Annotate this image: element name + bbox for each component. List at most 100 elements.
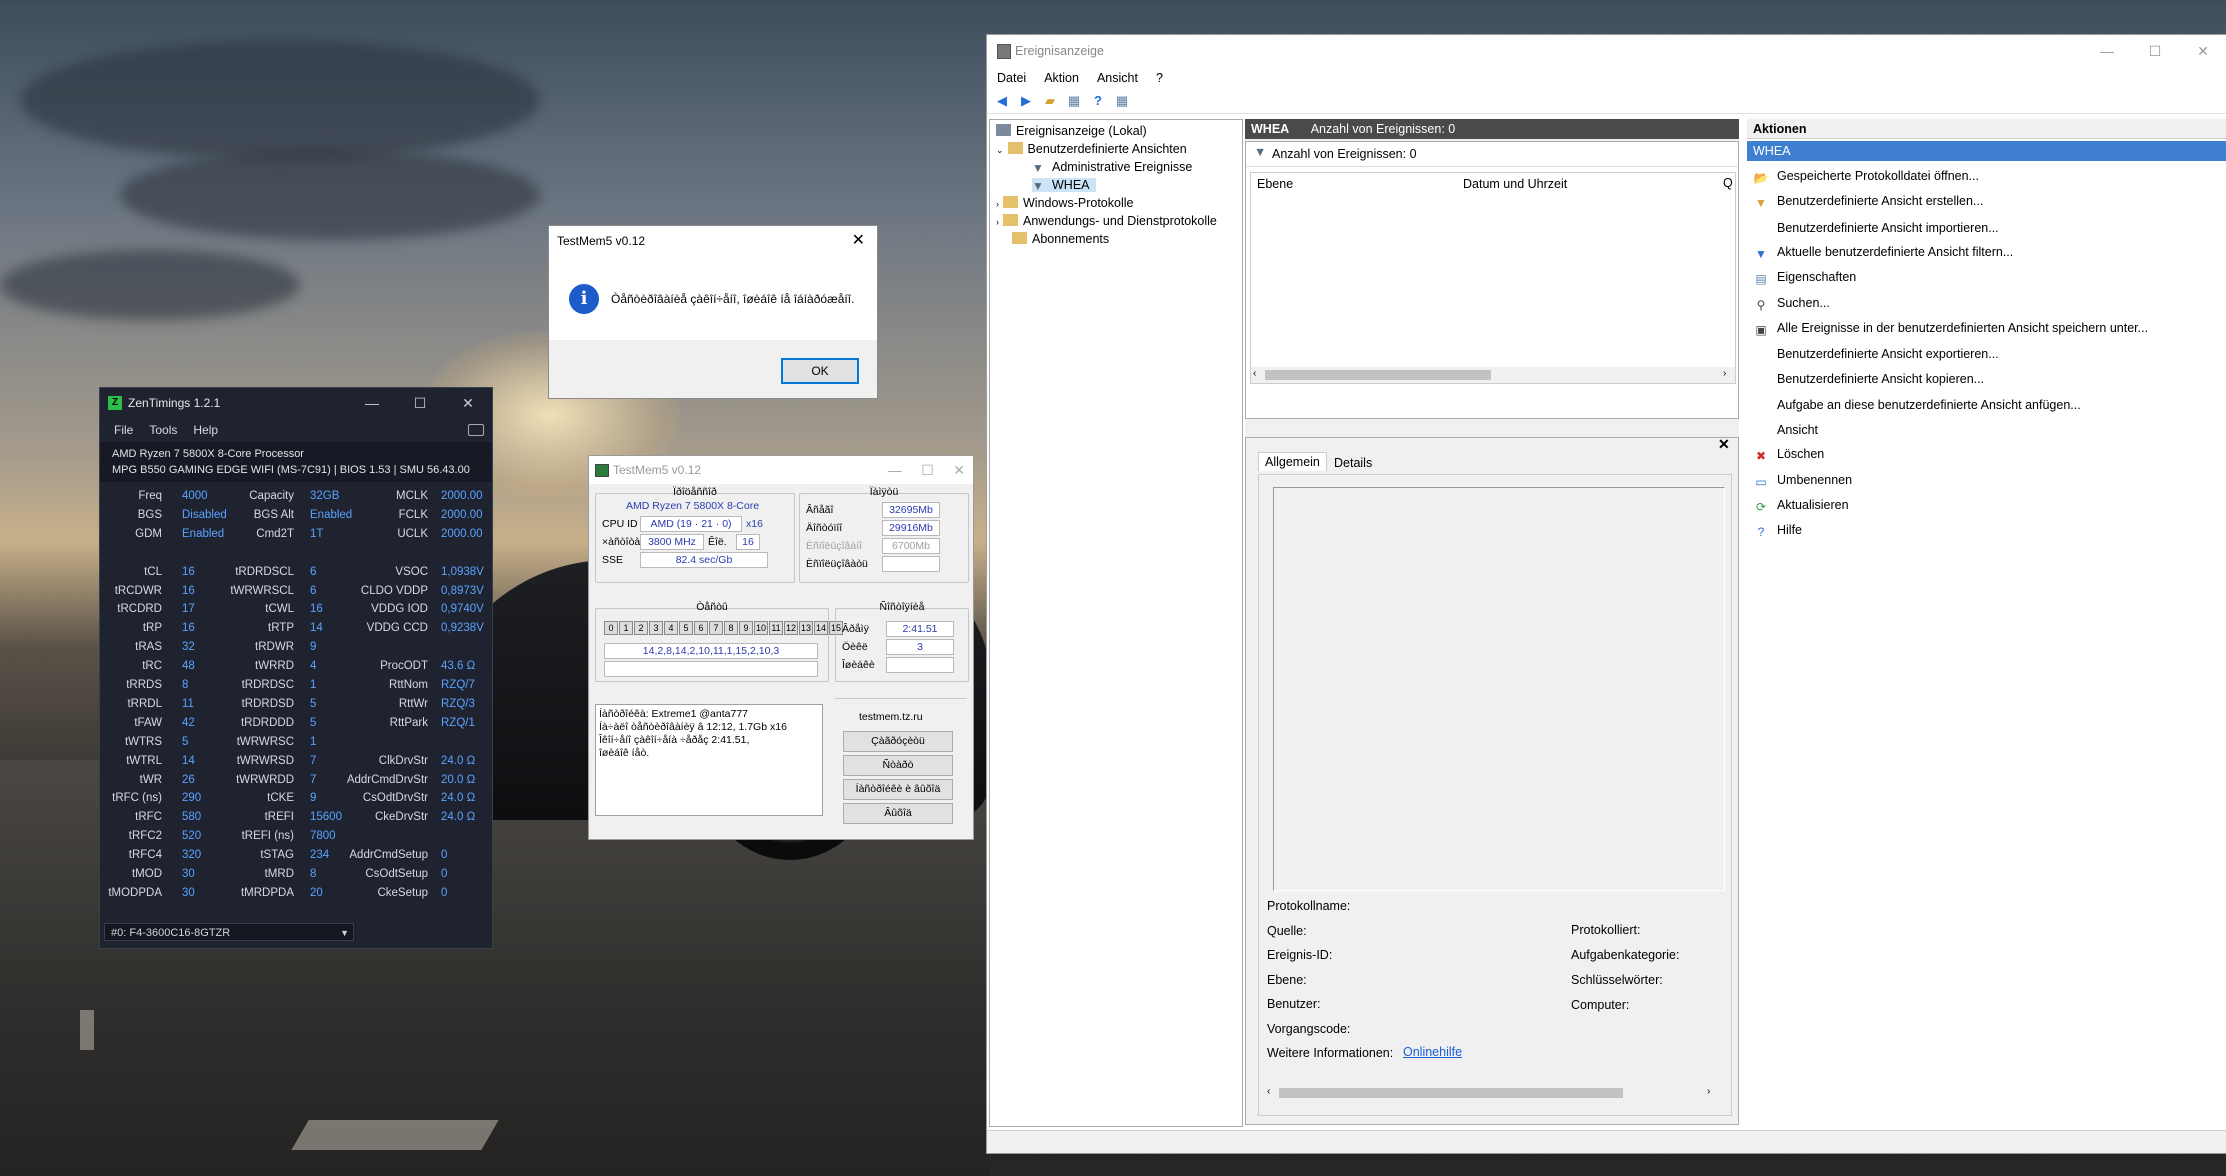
chevron-right-icon[interactable]: › — [996, 217, 999, 227]
chevron-down-icon[interactable]: ⌄ — [996, 145, 1004, 155]
board-info: MPG B550 GAMING EDGE WIFI (MS-7C91) | BI… — [112, 464, 470, 476]
tree-item-root[interactable]: Ereignisanzeige (Lokal) — [996, 124, 1147, 138]
timing-value: 20.0 Ω — [441, 773, 476, 786]
settings-exit-button[interactable]: Íàñòðîéêè è âûõîä — [843, 779, 953, 800]
timing-label: ClkDrvStr — [378, 754, 428, 767]
menu-help[interactable]: ? — [1156, 71, 1163, 85]
action-item[interactable]: 📂 Gespeicherte Protokolldatei öffnen... — [1753, 169, 1979, 185]
action-item[interactable]: ✖ Löschen — [1753, 447, 1824, 463]
column-header-level[interactable]: Ebene — [1257, 177, 1293, 191]
column-header-more[interactable]: Q — [1723, 176, 1733, 190]
event-description-box[interactable] — [1273, 487, 1725, 891]
timing-label: tRRDL — [127, 697, 162, 710]
action-item[interactable]: Benutzerdefinierte Ansicht importieren..… — [1753, 220, 1999, 235]
scroll-right-icon[interactable]: › — [1707, 1086, 1710, 1097]
tree-item-administrative-events[interactable]: ▼ Administrative Ereignisse — [1032, 160, 1192, 174]
status-group-title: Ñîñòîÿíèå — [879, 601, 925, 613]
scroll-right-icon[interactable]: › — [1723, 368, 1726, 379]
tree-item-label: WHEA — [1052, 178, 1090, 192]
testmem-titlebar[interactable]: TestMem5 v0.12 — ☐ ✕ — [589, 456, 973, 484]
scroll-left-icon[interactable]: ‹ — [1267, 1086, 1270, 1097]
column-header-date[interactable]: Datum und Uhrzeit — [1463, 177, 1567, 191]
tree-item-custom-views[interactable]: ⌄ Benutzerdefinierte Ansichten — [996, 142, 1187, 156]
load-button[interactable]: Çàãðóçèòü — [843, 731, 953, 752]
clock-label: ×àñòîòà — [602, 536, 641, 548]
tab-details[interactable]: Details — [1330, 454, 1376, 472]
action-label: Ansicht — [1777, 423, 1818, 437]
cycle-label: Öèêë — [842, 641, 868, 653]
action-item[interactable]: Ansicht — [1753, 422, 1818, 437]
detail-field-label: Weitere Informationen: — [1267, 1046, 1394, 1060]
tree-item-app-service-logs[interactable]: › Anwendungs- und Dienstprotokolle — [996, 214, 1217, 228]
tree-item-windows-logs[interactable]: › Windows-Protokolle — [996, 196, 1133, 210]
action-item[interactable]: ? Hilfe — [1753, 523, 1802, 539]
timing-value: 4 — [310, 660, 317, 673]
action-item[interactable]: Benutzerdefinierte Ansicht exportieren..… — [1753, 346, 1999, 361]
close-icon[interactable]: ✕ — [444, 395, 492, 412]
actions-subheader[interactable]: WHEA — [1747, 141, 2226, 161]
action-item[interactable]: ⚲ Suchen... — [1753, 296, 1830, 312]
action-item[interactable]: ▼ Aktuelle benutzerdefinierte Ansicht fil… — [1753, 245, 2013, 261]
ok-button[interactable]: OK — [781, 358, 859, 384]
menu-datei[interactable]: Datei — [997, 71, 1026, 85]
action-item[interactable]: ⟳ Aktualisieren — [1753, 498, 1849, 514]
timing-value: 42 — [182, 716, 195, 729]
minimize-icon[interactable]: — — [348, 395, 396, 412]
minimize-icon[interactable]: — — [888, 462, 902, 478]
action-item[interactable]: ▼ Benutzerdefinierte Ansicht erstellen... — [1753, 194, 1983, 210]
tree-item-whea[interactable]: ▼ WHEA — [1032, 178, 1096, 192]
detail-field-label: Computer: — [1571, 998, 1630, 1012]
timing-value: 2000.00 — [441, 508, 483, 521]
maximize-icon[interactable]: ☐ — [2131, 35, 2179, 67]
action-item[interactable]: Aufgabe an diese benutzerdefinierte Ansi… — [1753, 397, 2081, 412]
close-icon[interactable]: ✕ — [953, 462, 965, 478]
show-hide-actions-icon[interactable]: ▦ — [1113, 93, 1131, 109]
tab-allgemein[interactable]: Allgemein — [1258, 452, 1327, 471]
event-viewer-titlebar[interactable]: Ereignisanzeige — ☐ ✕ — [987, 35, 2226, 67]
tree-item-subscriptions[interactable]: Abonnements — [1012, 232, 1109, 246]
forward-arrow-icon[interactable]: ▶ — [1017, 93, 1035, 109]
menu-ansicht[interactable]: Ansicht — [1097, 71, 1138, 85]
zentimings-logo-icon: Z — [108, 396, 122, 410]
screenshot-camera-icon[interactable] — [468, 424, 484, 436]
chevron-right-icon[interactable]: › — [996, 199, 999, 209]
action-item[interactable]: ▣ Alle Ereignisse in der benutzerdefinier… — [1753, 321, 2148, 337]
start-button[interactable]: Ñòàðò — [843, 755, 953, 776]
zentimings-titlebar[interactable]: Z ZenTimings 1.2.1 — ☐ ✕ — [100, 388, 492, 418]
scrollbar-thumb[interactable] — [1265, 370, 1491, 380]
dimm-select[interactable]: #0: F4-3600C16-8GTZR ▼ — [104, 923, 354, 941]
action-item[interactable]: ▭ Umbenennen — [1753, 473, 1852, 489]
timing-label: tRDRDSC — [241, 679, 294, 691]
menu-aktion[interactable]: Aktion — [1044, 71, 1079, 85]
processor-group-title: Ïðîöåññîð — [673, 486, 717, 498]
help-icon[interactable]: ? — [1089, 93, 1107, 109]
exit-button[interactable]: Âûõîä — [843, 803, 953, 824]
close-icon[interactable]: ✕ — [852, 230, 865, 250]
detail-field-label: Protokollname: — [1267, 899, 1351, 913]
detail-horizontal-scrollbar[interactable]: ‹ › — [1265, 1085, 1721, 1101]
dialog-title[interactable]: TestMem5 v0.12 — [549, 226, 877, 256]
menu-tools[interactable]: Tools — [149, 423, 177, 437]
horizontal-scrollbar[interactable]: ‹ › — [1251, 367, 1735, 383]
folder-up-icon[interactable]: ▰ — [1041, 93, 1059, 109]
maximize-icon[interactable]: ☐ — [396, 395, 444, 412]
event-viewer-toolbar: ◀ ▶ ▰ ▦ ? ▦ — [987, 89, 2226, 114]
maximize-icon[interactable]: ☐ — [921, 462, 934, 478]
action-item[interactable]: ▤ Eigenschaften — [1753, 270, 1856, 286]
site-link[interactable]: testmem.tz.ru — [859, 711, 923, 723]
time-value: 2:41.51 — [886, 621, 954, 637]
timing-label: tRAS — [135, 641, 162, 654]
close-icon[interactable]: ✕ — [1718, 436, 1730, 453]
online-help-link[interactable]: Onlinehilfe — [1403, 1045, 1462, 1059]
log-textarea[interactable]: Íàñòðîéêà: Extreme1 @anta777 Íà÷àëî òåñò… — [595, 704, 823, 816]
back-arrow-icon[interactable]: ◀ — [993, 93, 1011, 109]
close-icon[interactable]: ✕ — [2179, 35, 2226, 67]
timing-value: 24.0 Ω — [441, 792, 476, 805]
scrollbar-thumb[interactable] — [1279, 1088, 1623, 1098]
action-item[interactable]: Benutzerdefinierte Ansicht kopieren... — [1753, 371, 1984, 386]
menu-file[interactable]: File — [114, 423, 133, 437]
menu-help[interactable]: Help — [193, 423, 218, 437]
show-hide-tree-icon[interactable]: ▦ — [1065, 93, 1083, 109]
minimize-icon[interactable]: — — [2083, 35, 2131, 67]
scroll-left-icon[interactable]: ‹ — [1253, 368, 1256, 379]
